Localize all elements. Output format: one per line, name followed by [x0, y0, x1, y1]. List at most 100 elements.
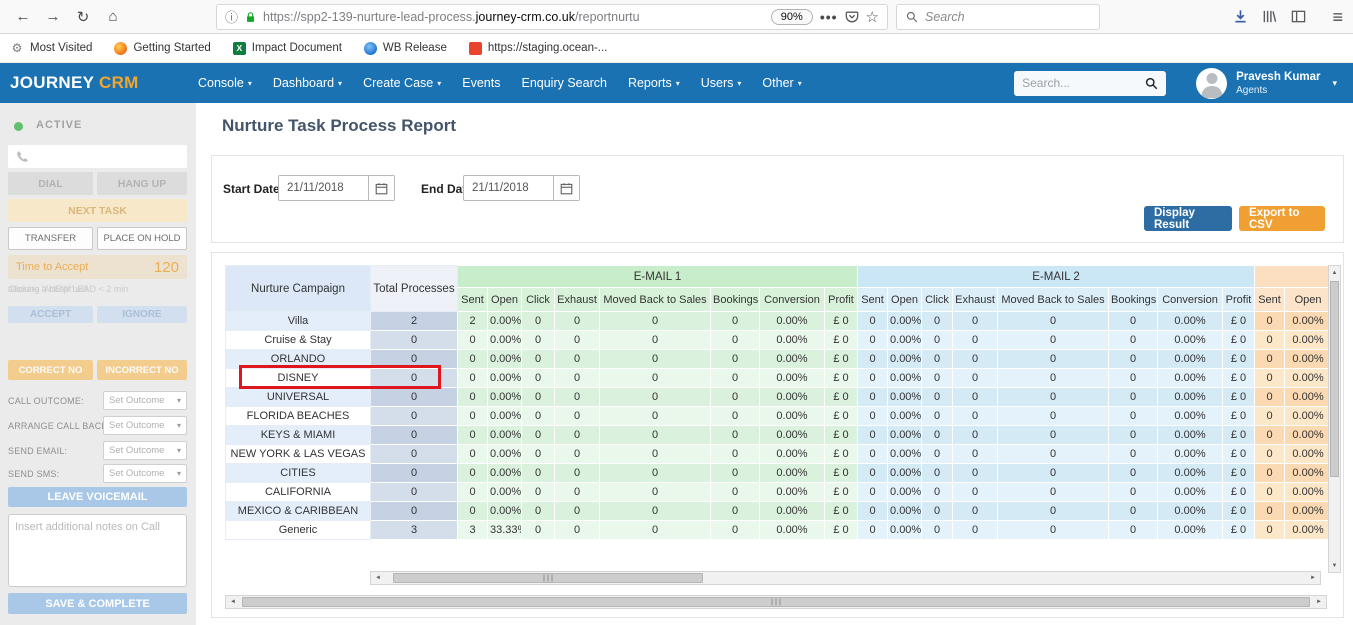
scroll-left-arrow[interactable]: ◄ — [226, 596, 240, 608]
zoom-level-badge[interactable]: 90% — [771, 9, 813, 25]
scrollbar-thumb[interactable] — [393, 573, 703, 583]
pocket-icon[interactable] — [845, 10, 859, 24]
table-row[interactable]: UNIVERSAL000.00%00000.00%£ 000.00%00000.… — [226, 388, 1332, 407]
value-cell: 0.00% — [888, 331, 922, 350]
scroll-down-arrow[interactable]: ▼ — [1329, 559, 1340, 572]
phone-number-input[interactable] — [8, 145, 187, 168]
vertical-scrollbar[interactable]: ▲ ▼ — [1328, 265, 1341, 573]
search-icon[interactable] — [1145, 77, 1158, 90]
scroll-up-arrow[interactable]: ▲ — [1329, 266, 1340, 279]
value-cell: 0 — [458, 407, 488, 426]
back-button[interactable]: ← — [8, 3, 38, 31]
browser-search-field[interactable]: Search — [896, 4, 1100, 30]
app-logo[interactable]: JOURNEY CRM — [10, 73, 198, 93]
nav-item-users[interactable]: Users▾ — [701, 76, 742, 90]
value-cell: 0 — [555, 464, 600, 483]
table-row[interactable]: NEW YORK & LAS VEGAS000.00%00000.00%£ 00… — [226, 445, 1332, 464]
home-button[interactable]: ⌂ — [98, 3, 128, 31]
site-info-icon[interactable]: ⓘ — [225, 7, 238, 26]
bookmark-staging-ocean[interactable]: https://staging.ocean-... — [469, 42, 608, 55]
library-icon[interactable] — [1262, 9, 1277, 24]
bookmark-impact-document[interactable]: X Impact Document — [233, 42, 342, 55]
start-date-input[interactable]: 21/11/2018 — [278, 175, 395, 201]
value-cell: £ 0 — [1223, 312, 1255, 331]
accept-button[interactable]: ACCEPT — [8, 306, 93, 323]
arrange-callback-select[interactable]: Set Outcome▾ — [103, 416, 187, 435]
value-cell: 0 — [600, 426, 711, 445]
value-cell: 0.00% — [1158, 369, 1223, 388]
calendar-icon[interactable] — [553, 176, 579, 200]
inner-horizontal-scrollbar[interactable]: ◄ ► — [370, 571, 1321, 585]
reload-button[interactable]: ↻ — [68, 3, 98, 31]
nav-item-enquiry-search[interactable]: Enquiry Search — [521, 76, 606, 90]
forward-button[interactable]: → — [38, 3, 68, 31]
value-cell: 0 — [953, 369, 998, 388]
page-actions-icon[interactable]: ••• — [820, 9, 838, 25]
campaign-name-cell: Villa — [226, 312, 371, 331]
nav-item-dashboard[interactable]: Dashboard▾ — [273, 76, 342, 90]
dial-button[interactable]: DIAL — [8, 172, 93, 195]
outer-horizontal-scrollbar[interactable]: ◄ ► — [225, 595, 1327, 609]
scrollbar-thumb[interactable] — [242, 597, 1310, 607]
export-csv-button[interactable]: Export to CSV — [1239, 206, 1325, 231]
table-row[interactable]: Generic3333.33%00000.00%£ 000.00%00000.0… — [226, 521, 1332, 540]
scroll-right-arrow[interactable]: ► — [1312, 596, 1326, 608]
bookmark-wb-release[interactable]: WB Release — [364, 42, 447, 55]
table-row[interactable]: CITIES000.00%00000.00%£ 000.00%00000.00%… — [226, 464, 1332, 483]
correct-no-button[interactable]: CORRECT NO — [8, 360, 93, 380]
send-sms-select[interactable]: Set Outcome▾ — [103, 464, 187, 483]
nav-item-console[interactable]: Console▾ — [198, 76, 252, 90]
bookmark-getting-started[interactable]: Getting Started — [114, 42, 210, 55]
hang-up-button[interactable]: HANG UP — [97, 172, 187, 195]
value-cell: 0.00% — [1158, 350, 1223, 369]
value-cell: 0.00% — [888, 502, 922, 521]
end-date-input[interactable]: 21/11/2018 — [463, 175, 580, 201]
table-row[interactable]: DISNEY000.00%00000.00%£ 000.00%00000.00%… — [226, 369, 1332, 388]
table-row[interactable]: MEXICO & CARIBBEAN000.00%00000.00%£ 000.… — [226, 502, 1332, 521]
value-cell: 0 — [555, 407, 600, 426]
table-row[interactable]: Cruise & Stay000.00%00000.00%£ 000.00%00… — [226, 331, 1332, 350]
scroll-right-arrow[interactable]: ► — [1306, 572, 1320, 584]
bookmark-star-icon[interactable]: ☆ — [866, 8, 879, 26]
url-bar[interactable]: ⓘ https://spp2-139-nurture-lead-process.… — [216, 4, 888, 30]
table-row[interactable]: CALIFORNIA000.00%00000.00%£ 000.00%00000… — [226, 483, 1332, 502]
calendar-icon[interactable] — [368, 176, 394, 200]
place-on-hold-button[interactable]: PLACE ON HOLD — [97, 227, 187, 250]
app-search-input[interactable]: Search... — [1014, 71, 1166, 96]
menu-icon[interactable]: ≡ — [1332, 8, 1343, 26]
next-task-button[interactable]: NEXT TASK — [8, 199, 187, 222]
transfer-button[interactable]: TRANSFER — [8, 227, 93, 250]
nav-item-other[interactable]: Other▾ — [762, 76, 801, 90]
send-email-select[interactable]: Set Outcome▾ — [103, 441, 187, 460]
nav-item-reports[interactable]: Reports▾ — [628, 76, 680, 90]
nav-item-events[interactable]: Events — [462, 76, 500, 90]
table-row[interactable]: FLORIDA BEACHES000.00%00000.00%£ 000.00%… — [226, 407, 1332, 426]
campaign-name-cell: KEYS & MIAMI — [226, 426, 371, 445]
value-cell: 0 — [555, 426, 600, 445]
scroll-left-arrow[interactable]: ◄ — [371, 572, 385, 584]
table-row[interactable]: KEYS & MIAMI000.00%00000.00%£ 000.00%000… — [226, 426, 1332, 445]
value-cell: 0 — [1109, 445, 1158, 464]
downloads-icon[interactable] — [1233, 9, 1248, 24]
search-icon — [906, 11, 918, 23]
value-cell: 2 — [458, 312, 488, 331]
incorrect-no-button[interactable]: INCORRECT NO — [97, 360, 187, 380]
sidebars-icon[interactable] — [1291, 9, 1306, 24]
column-header: Exhaust — [555, 288, 600, 312]
value-cell: 0 — [998, 312, 1109, 331]
value-cell: £ 0 — [825, 445, 858, 464]
scrollbar-thumb[interactable] — [1330, 281, 1339, 477]
display-result-button[interactable]: Display Result — [1144, 206, 1232, 231]
table-row[interactable]: ORLANDO000.00%00000.00%£ 000.00%00000.00… — [226, 350, 1332, 369]
ignore-button[interactable]: IGNORE — [97, 306, 187, 323]
value-cell: 0 — [858, 502, 888, 521]
user-menu[interactable]: Pravesh Kumar Agents ▾ — [1196, 68, 1337, 99]
table-row[interactable]: Villa220.00%00000.00%£ 000.00%00000.00%£… — [226, 312, 1332, 331]
bookmark-label: Getting Started — [133, 42, 210, 54]
nav-item-create-case[interactable]: Create Case▾ — [363, 76, 441, 90]
call-notes-textarea[interactable] — [8, 514, 187, 587]
leave-voicemail-button[interactable]: LEAVE VOICEMAIL — [8, 487, 187, 507]
bookmark-most-visited[interactable]: ⚙ Most Visited — [10, 41, 92, 55]
save-complete-button[interactable]: SAVE & COMPLETE — [8, 593, 187, 614]
call-outcome-select[interactable]: Set Outcome▾ — [103, 391, 187, 410]
